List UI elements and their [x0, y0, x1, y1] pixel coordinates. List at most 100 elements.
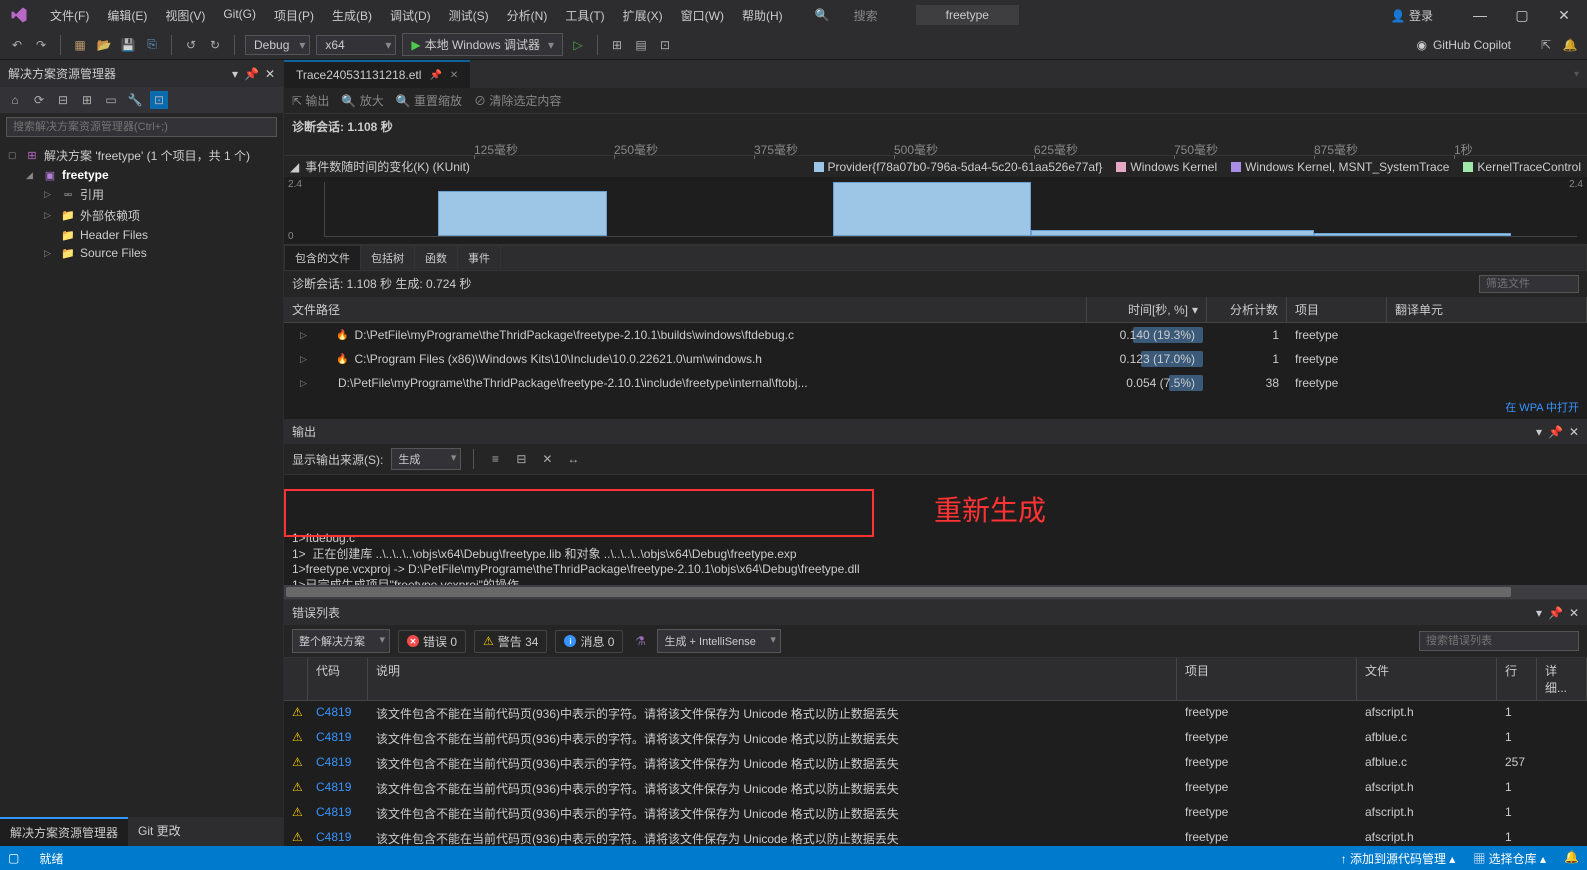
source-control-button[interactable]: ↑ 添加到源代码管理 ▴ — [1341, 850, 1456, 867]
error-row[interactable]: ⚠C4819该文件包含不能在当前代码页(936)中表示的字符。请将该文件保存为 … — [284, 776, 1587, 801]
pin-icon[interactable]: 📌 — [244, 67, 259, 81]
build-mode-combo[interactable]: 生成 + IntelliSense — [657, 629, 780, 653]
source-files-node[interactable]: ▷📁Source Files — [40, 244, 279, 262]
maximize-button[interactable]: ▢ — [1507, 7, 1537, 24]
redo-icon[interactable]: ↻ — [206, 36, 224, 54]
table-row[interactable]: ▷🔥D:\PetFile\myPrograme\theThridPackage\… — [284, 323, 1587, 347]
minimize-button[interactable]: — — [1465, 7, 1495, 24]
copilot-button[interactable]: ◉ GitHub Copilot — [1416, 38, 1511, 52]
chart-expander-icon[interactable]: ◢ — [290, 160, 299, 174]
error-row[interactable]: ⚠C4819该文件包含不能在当前代码页(936)中表示的字符。请将该文件保存为 … — [284, 826, 1587, 846]
panel-close-icon[interactable]: ✕ — [265, 67, 275, 81]
tab-git-changes[interactable]: Git 更改 — [128, 817, 191, 846]
panel-close-icon[interactable]: ✕ — [1569, 425, 1579, 439]
doc-tab-trace[interactable]: Trace240531131218.etl 📌 ✕ — [284, 60, 470, 88]
table-row[interactable]: ▷🔥C:\Program Files (x86)\Windows Kits\10… — [284, 347, 1587, 371]
out-tool-icon[interactable]: ⊟ — [512, 450, 530, 468]
menu-item[interactable]: 工具(T) — [557, 3, 612, 28]
pin-icon[interactable]: 📌 — [1548, 425, 1563, 439]
menu-item[interactable]: 生成(B) — [324, 3, 380, 28]
output-source-combo[interactable]: 生成 — [391, 448, 461, 470]
open-in-wpa-link[interactable]: 在 WPA 中打开 — [284, 395, 1587, 419]
collapse-icon[interactable]: ⊟ — [54, 91, 72, 109]
menu-item[interactable]: 视图(V) — [157, 3, 213, 28]
menu-item[interactable]: 分析(N) — [499, 3, 556, 28]
clear-selection-link[interactable]: ⊘ 清除选定内容 — [474, 92, 561, 109]
output-link[interactable]: ⇱ 输出 — [292, 92, 329, 109]
project-node[interactable]: ◢▣ freetype — [22, 166, 279, 184]
output-content[interactable]: 重新生成 1>ftdebug.c1> 正在创建库 ..\..\..\..\obj… — [284, 475, 1587, 585]
menu-item[interactable]: 编辑(E) — [99, 3, 155, 28]
tool-icon-1[interactable]: ⊞ — [608, 36, 626, 54]
col-desc[interactable]: 说明 — [368, 658, 1177, 700]
save-icon[interactable]: 💾 — [119, 36, 137, 54]
bell-icon[interactable]: 🔔 — [1561, 36, 1579, 54]
menu-item[interactable]: Git(G) — [215, 3, 264, 28]
out-tool-icon[interactable]: ↔ — [564, 450, 582, 468]
sub-tab[interactable]: 函数 — [415, 246, 458, 270]
search-box[interactable]: 搜索 — [854, 7, 904, 24]
share-icon[interactable]: ⇱ — [1537, 36, 1555, 54]
menu-item[interactable]: 项目(P) — [266, 3, 322, 28]
sub-tab[interactable]: 包含的文件 — [285, 246, 361, 270]
sub-tab[interactable]: 事件 — [458, 246, 501, 270]
out-tool-icon[interactable]: ✕ — [538, 450, 556, 468]
undo-icon[interactable]: ↺ — [182, 36, 200, 54]
preview-icon[interactable]: ⊡ — [150, 91, 168, 109]
panel-dropdown-icon[interactable]: ▾ — [232, 67, 238, 81]
solution-search-input[interactable] — [6, 117, 277, 137]
open-icon[interactable]: 📂 — [95, 36, 113, 54]
close-button[interactable]: ✕ — [1549, 7, 1579, 24]
menu-item[interactable]: 窗口(W) — [673, 3, 732, 28]
nav-back-icon[interactable]: ↶ — [8, 36, 26, 54]
col-file[interactable]: 文件 — [1357, 658, 1497, 700]
show-all-icon[interactable]: ⊞ — [78, 91, 96, 109]
panel-close-icon[interactable]: ✕ — [1569, 606, 1579, 620]
col-path[interactable]: 文件路径 — [284, 297, 1087, 322]
tool-icon-2[interactable]: ▤ — [632, 36, 650, 54]
nav-fwd-icon[interactable]: ↷ — [32, 36, 50, 54]
error-row[interactable]: ⚠C4819该文件包含不能在当前代码页(936)中表示的字符。请将该文件保存为 … — [284, 801, 1587, 826]
filter-icon[interactable]: ⚗ — [631, 632, 649, 650]
col-line[interactable]: 行 — [1497, 658, 1537, 700]
menu-item[interactable]: 帮助(H) — [734, 3, 791, 28]
col-sup[interactable]: 详细... — [1537, 658, 1587, 700]
pin-icon[interactable]: 📌 — [1548, 606, 1563, 620]
sync-icon[interactable]: ⟳ — [30, 91, 48, 109]
filter-files-input[interactable] — [1479, 275, 1579, 293]
warnings-filter-button[interactable]: ⚠警告 34 — [474, 630, 547, 653]
menu-item[interactable]: 调试(D) — [382, 3, 439, 28]
menu-item[interactable]: 测试(S) — [441, 3, 497, 28]
config-combo[interactable]: Debug — [245, 35, 310, 55]
tab-solution-explorer[interactable]: 解决方案资源管理器 — [0, 817, 128, 846]
pin-tab-icon[interactable]: 📌 — [429, 70, 441, 81]
error-row[interactable]: ⚠C4819该文件包含不能在当前代码页(936)中表示的字符。请将该文件保存为 … — [284, 701, 1587, 726]
panel-dropdown-icon[interactable]: ▾ — [1536, 425, 1542, 439]
col-proj[interactable]: 项目 — [1177, 658, 1357, 700]
scope-combo[interactable]: 整个解决方案 — [292, 629, 390, 653]
start-without-debug-icon[interactable]: ▷ — [569, 36, 587, 54]
error-row[interactable]: ⚠C4819该文件包含不能在当前代码页(936)中表示的字符。请将该文件保存为 … — [284, 751, 1587, 776]
solution-name-box[interactable]: freetype — [916, 5, 1019, 25]
output-scrollbar-h[interactable] — [284, 585, 1587, 599]
col-count[interactable]: 分析计数 — [1207, 297, 1287, 322]
col-time[interactable]: 时间[秒, %]▾ — [1087, 297, 1207, 322]
reset-zoom-link[interactable]: 🔍 重置缩放 — [396, 92, 462, 109]
errors-filter-button[interactable]: ✕错误 0 — [398, 630, 466, 653]
home-icon[interactable]: ⌂ — [6, 91, 24, 109]
col-project[interactable]: 项目 — [1287, 297, 1387, 322]
save-all-icon[interactable]: ⎘ — [143, 36, 161, 54]
table-row[interactable]: ▷D:\PetFile\myPrograme\theThridPackage\f… — [284, 371, 1587, 395]
chart-area[interactable]: 2.4 0 2.4 — [284, 177, 1587, 245]
col-unit[interactable]: 翻译单元 — [1387, 297, 1587, 322]
solution-node[interactable]: ▢⊞ 解决方案 'freetype' (1 个项目，共 1 个) — [4, 145, 279, 166]
properties-icon[interactable]: 🔧 — [126, 91, 144, 109]
view-icon[interactable]: ▭ — [102, 91, 120, 109]
messages-filter-button[interactable]: i消息 0 — [555, 630, 623, 653]
menu-item[interactable]: 扩展(X) — [615, 3, 671, 28]
notifications-icon[interactable]: 🔔 — [1564, 850, 1579, 867]
close-tab-icon[interactable]: ✕ — [450, 70, 458, 81]
search-icon[interactable]: 🔍 — [815, 8, 830, 22]
tool-icon-3[interactable]: ⊡ — [656, 36, 674, 54]
repo-button[interactable]: ▦ 选择仓库 ▴ — [1473, 850, 1546, 867]
